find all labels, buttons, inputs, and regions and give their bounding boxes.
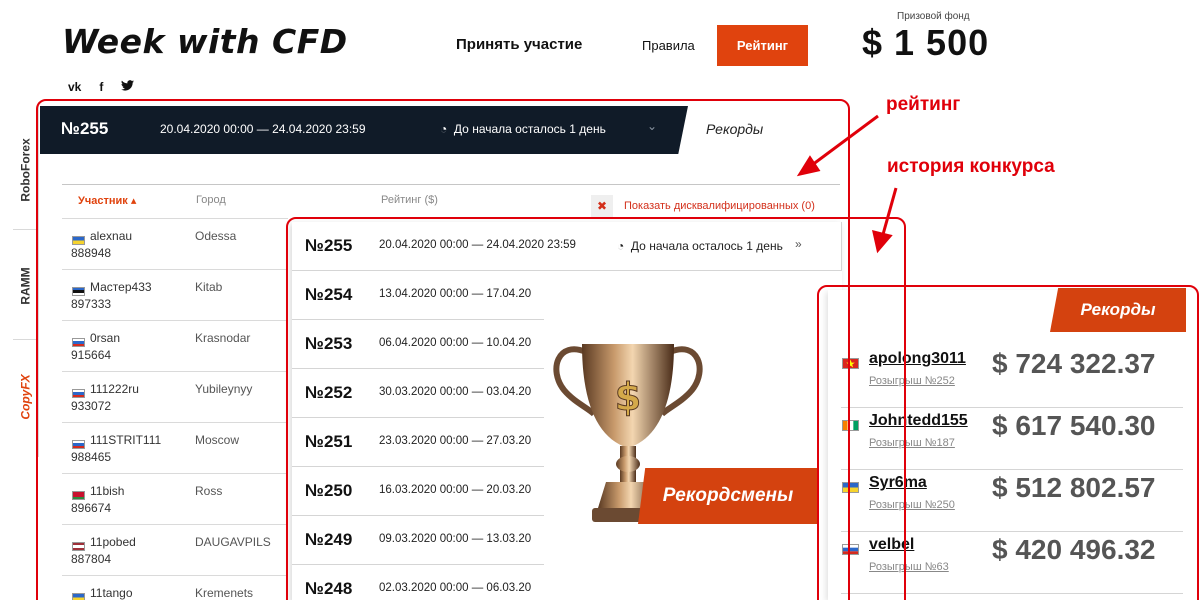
nav-rating-button[interactable]: Рейтинг: [717, 25, 808, 66]
annotation-frame-records: [817, 285, 1199, 600]
nav-join-link[interactable]: Принять участие: [456, 36, 582, 53]
annotation-frame-history: [286, 217, 906, 600]
facebook-icon[interactable]: f: [99, 80, 103, 94]
prize-fund-value: $ 1 500: [862, 22, 990, 63]
site-logo[interactable]: Week with CFD: [62, 22, 348, 61]
vk-icon[interactable]: vk: [68, 80, 81, 94]
annotation-rating-label: рейтинг: [886, 94, 961, 115]
social-links: vk f: [68, 80, 135, 94]
prize-fund-label: Призовой фонд: [897, 11, 970, 22]
nav-rules-link[interactable]: Правила: [642, 38, 695, 53]
annotation-history-label: история конкурса: [887, 156, 1055, 177]
twitter-icon[interactable]: [121, 80, 135, 94]
